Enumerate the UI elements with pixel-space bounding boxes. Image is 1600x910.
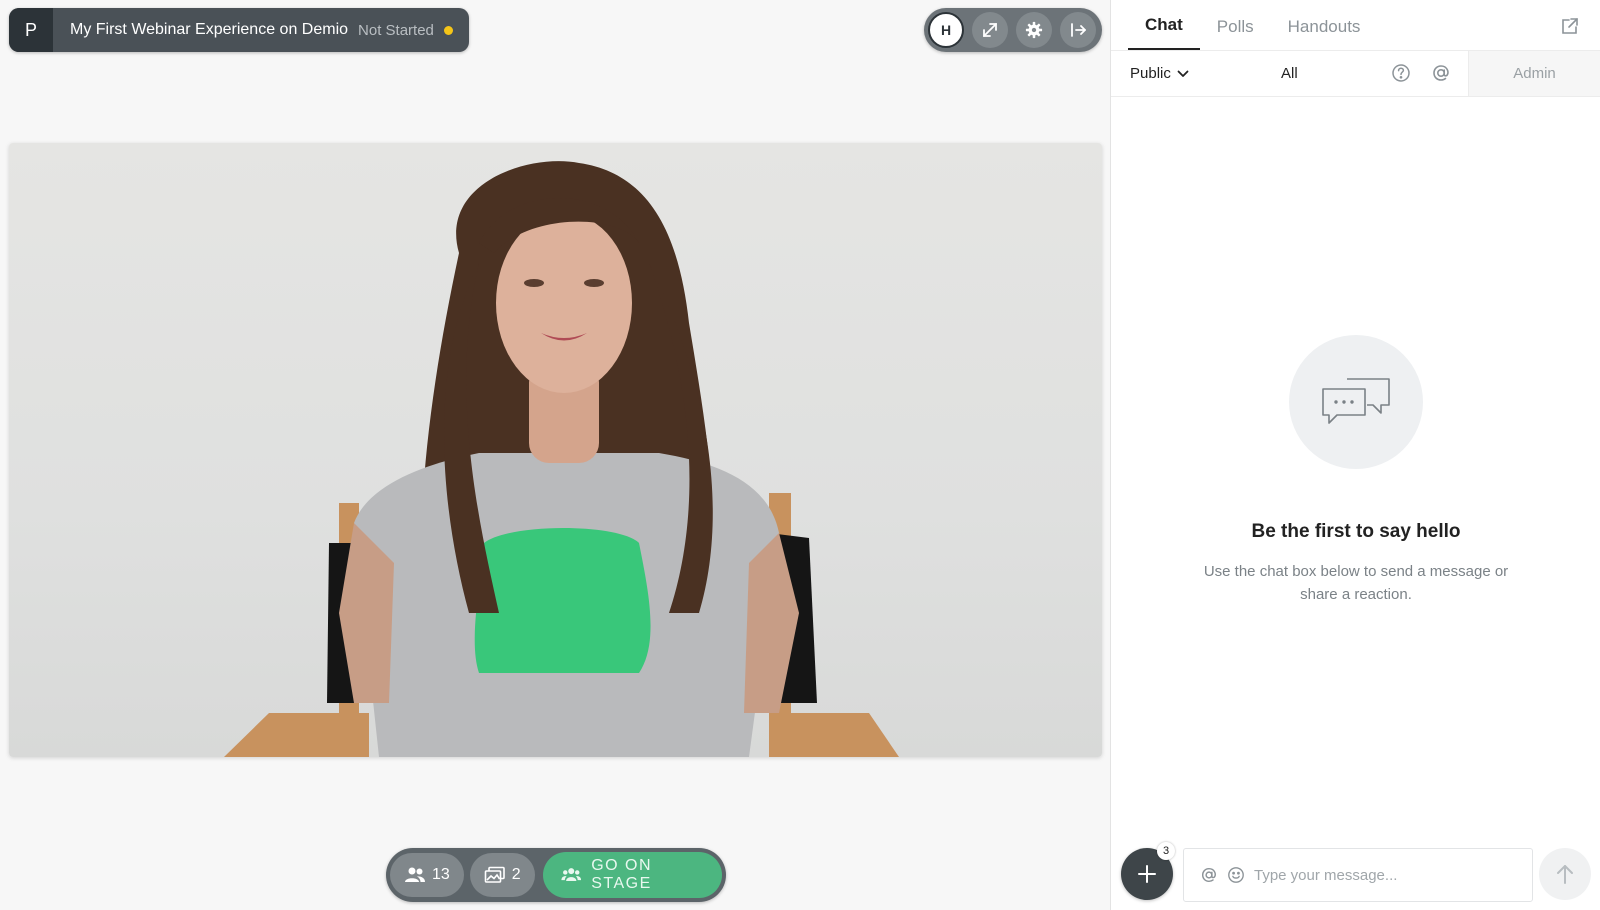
chat-filter-row: Public All Admin: [1111, 51, 1600, 97]
exit-icon: [1071, 23, 1086, 37]
gallery-icon: [484, 866, 505, 883]
stage-area: P My First Webinar Experience on Demio N…: [0, 0, 1110, 910]
attendees-icon: [405, 867, 425, 882]
expand-icon: [983, 23, 997, 37]
mention-filter-icon[interactable]: [1431, 63, 1451, 83]
plus-icon: [1138, 865, 1156, 883]
admin-tab[interactable]: Admin: [1468, 51, 1600, 96]
question-filter-icon[interactable]: [1391, 63, 1411, 83]
presenter-video-frame: [224, 161, 899, 757]
tab-polls[interactable]: Polls: [1200, 17, 1271, 50]
popout-icon[interactable]: [1560, 16, 1580, 36]
user-avatar-button[interactable]: H: [928, 12, 964, 48]
presenter-video: [9, 143, 1102, 757]
session-status: Not Started: [358, 21, 434, 39]
top-toolbar: H: [924, 8, 1102, 52]
session-initial: P: [9, 8, 53, 52]
message-box: [1183, 848, 1533, 902]
go-on-stage-button[interactable]: GO ON STAGE: [542, 852, 722, 898]
chat-empty-state: Be the first to say hello Use the chat b…: [1111, 335, 1600, 606]
chat-panel: Chat Polls Handouts Public All Admin Be …: [1110, 0, 1600, 910]
chevron-down-icon: [1177, 70, 1189, 77]
fullscreen-button[interactable]: [972, 12, 1008, 48]
reactions-badge: 3: [1157, 842, 1175, 860]
tab-chat[interactable]: Chat: [1128, 15, 1200, 50]
group-icon: [561, 868, 581, 881]
status-dot-icon: [443, 25, 453, 35]
stage-controls-bar: 13 2 GO ON STAGE: [386, 848, 726, 902]
visibility-selected: Public: [1130, 65, 1171, 82]
visibility-dropdown[interactable]: Public: [1111, 65, 1281, 82]
session-title-pill: P My First Webinar Experience on Demio N…: [9, 8, 469, 52]
filter-icons: [1391, 63, 1451, 83]
empty-state-text: Use the chat box below to send a message…: [1203, 563, 1509, 603]
attendees-count: 13: [432, 866, 450, 883]
attendees-button[interactable]: 13: [390, 853, 464, 897]
arrow-up-icon: [1557, 865, 1573, 884]
settings-button[interactable]: [1016, 12, 1052, 48]
tab-handouts[interactable]: Handouts: [1271, 17, 1378, 50]
media-count: 2: [511, 866, 521, 883]
panel-tabs: Chat Polls Handouts: [1111, 0, 1600, 51]
mention-icon[interactable]: [1200, 866, 1218, 884]
message-input[interactable]: [1254, 866, 1514, 884]
chat-bubbles-icon: [1322, 378, 1390, 424]
send-button[interactable]: [1539, 848, 1591, 900]
gear-icon: [1025, 21, 1043, 39]
chat-empty-illustration: [1289, 335, 1423, 469]
chat-composer: 3: [1111, 842, 1600, 902]
leave-session-button[interactable]: [1060, 12, 1096, 48]
media-button[interactable]: 2: [469, 853, 535, 897]
empty-state-title: Be the first to say hello: [1251, 521, 1461, 542]
go-on-stage-label: GO ON STAGE: [591, 857, 653, 892]
session-title: My First Webinar Experience on Demio: [70, 21, 349, 38]
emoji-icon[interactable]: [1227, 866, 1245, 884]
recipient-filter[interactable]: All: [1281, 65, 1298, 82]
